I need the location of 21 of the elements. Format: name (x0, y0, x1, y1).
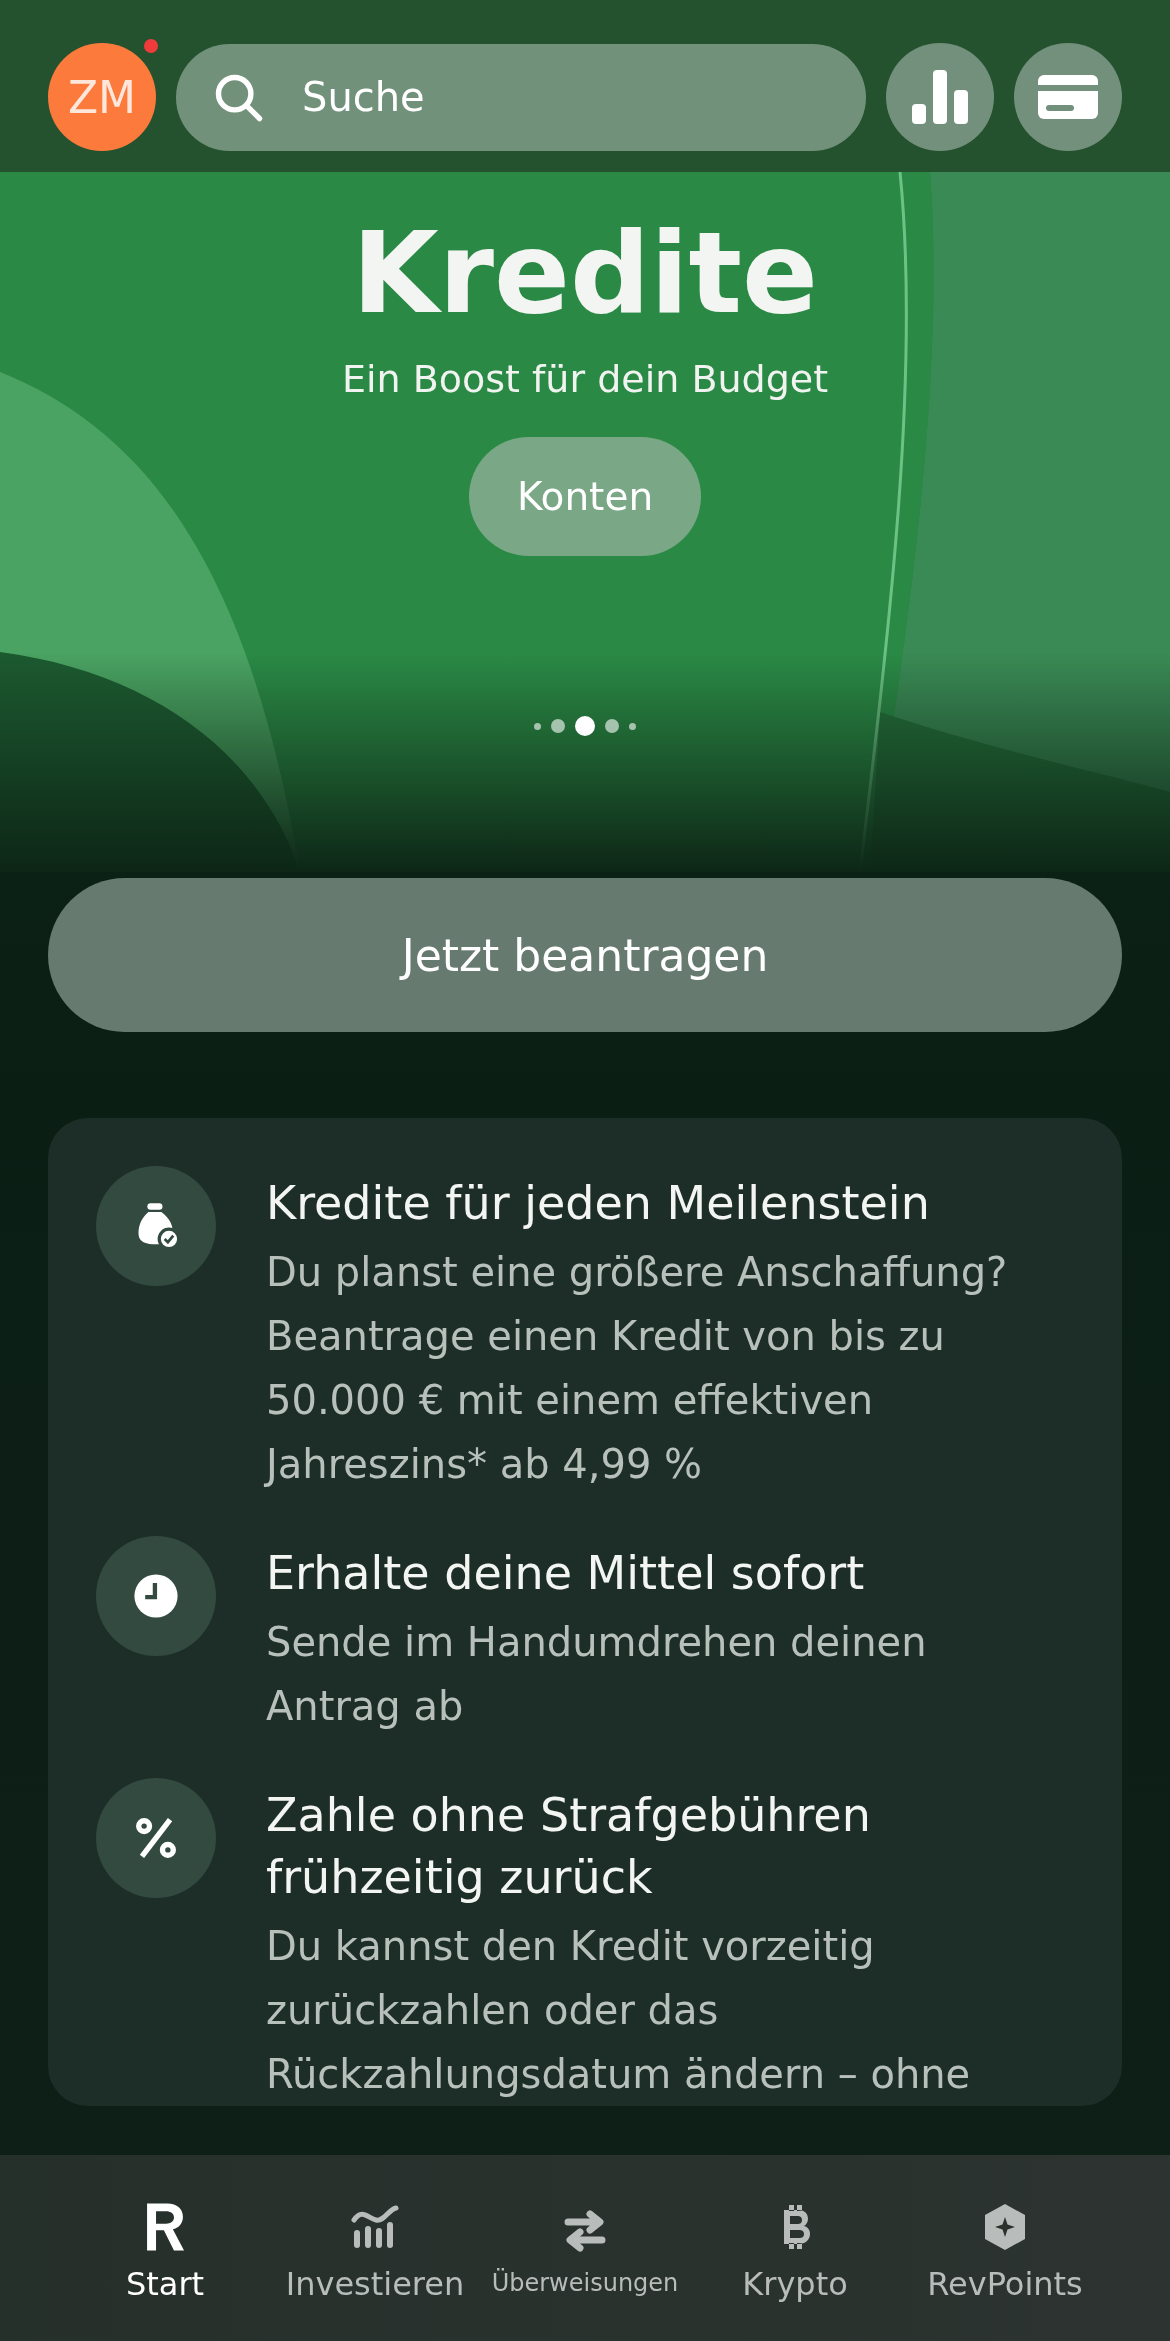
page-dot[interactable] (551, 719, 565, 734)
hero-title: Kredite (351, 212, 818, 336)
feature-text: Du kannst den Kredit vorzeitig zurückzahlen oder das Rückzahlungsdatum ändern – ohne (266, 1922, 972, 2099)
apply-button[interactable]: Jetzt beantragen (48, 878, 1122, 1032)
nav-tab[interactable]: Start (65, 2155, 265, 2341)
page-dot[interactable] (605, 719, 619, 734)
feature-title: Zahle ohne Strafgebühren frühzeitig zurück (266, 1787, 872, 1906)
nav-tab[interactable]: Krypto (695, 2155, 895, 2341)
page-dot[interactable] (629, 722, 636, 730)
page-dot[interactable] (534, 722, 541, 730)
feature-text: Du planst eine größere Anschaffung? Beantrage einen Kredit von bis zu 50.000 € mit einem effektiven Jahreszins* ab 4,99 % (266, 1248, 1009, 1489)
card-icon (1038, 75, 1098, 119)
search-field[interactable]: Suche (176, 43, 866, 151)
bar-chart-icon (910, 70, 970, 124)
hero-subtitle: Ein Boost für dein Budget (341, 357, 829, 402)
feature-title: Erhalte deine Mittel sofort (266, 1545, 866, 1602)
nav-tab[interactable]: Überweisungen (485, 2155, 685, 2341)
nav-tab[interactable]: RevPoints (905, 2155, 1105, 2341)
feature-text: Sende im Handumdrehen deinen Antrag ab (266, 1618, 928, 1731)
nav-tab[interactable]: Investieren (275, 2155, 475, 2341)
feature-title: Kredite für jeden Meilenstein (266, 1175, 931, 1232)
